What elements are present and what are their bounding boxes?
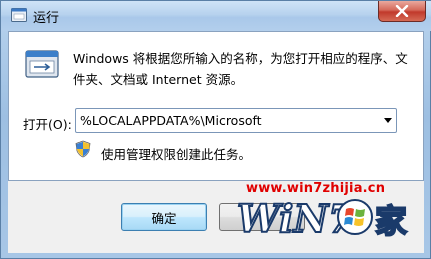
admin-privilege-note: 使用管理权限创建此任务。 bbox=[101, 147, 252, 162]
run-dialog-window: 运行 Windows 将根据您所输入的名称，为您打开相应的程序、文件夹、文档或 … bbox=[0, 0, 431, 259]
win7-logo-watermark: WiN7 家 bbox=[236, 195, 427, 247]
title-bar[interactable]: 运行 bbox=[1, 1, 431, 31]
open-label: 打开(O): bbox=[23, 117, 72, 132]
open-input[interactable] bbox=[80, 111, 370, 130]
run-icon bbox=[25, 50, 59, 78]
close-icon bbox=[395, 5, 409, 17]
dialog-body: Windows 将根据您所输入的名称，为您打开相应的程序、文件夹、文档或 Int… bbox=[8, 31, 424, 181]
dialog-description: Windows 将根据您所输入的名称，为您打开相应的程序、文件夹、文档或 Int… bbox=[73, 51, 408, 87]
window-title: 运行 bbox=[33, 11, 60, 26]
uac-shield-icon bbox=[75, 140, 91, 158]
chevron-down-icon[interactable] bbox=[384, 118, 392, 123]
watermark-url: www.win7zhijia.cn bbox=[246, 181, 386, 196]
windows-flag-icon bbox=[337, 199, 373, 235]
run-icon bbox=[11, 8, 27, 22]
ok-button[interactable]: 确定 bbox=[121, 203, 207, 231]
win7-logo-char: 家 bbox=[374, 201, 408, 241]
open-combobox[interactable] bbox=[75, 108, 397, 133]
close-button[interactable] bbox=[378, 1, 426, 22]
